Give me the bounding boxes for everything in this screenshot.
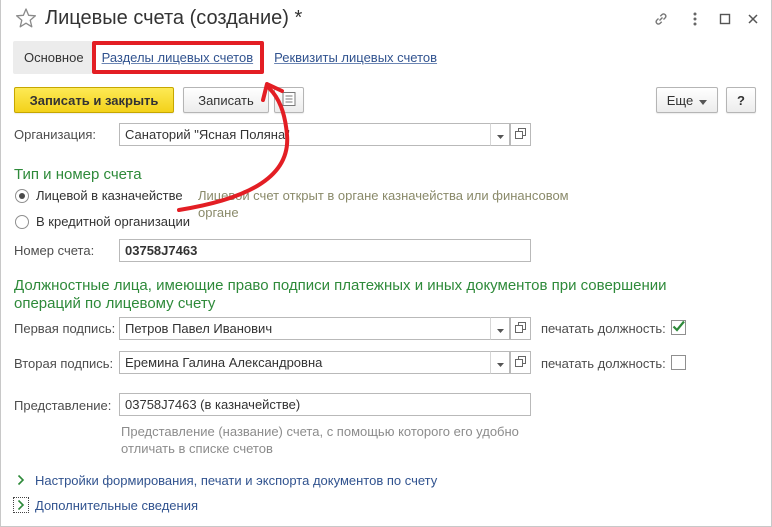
second-print-position-label: печатать должность: bbox=[541, 356, 666, 371]
representation-hint-line1: Представление (название) счета, с помощь… bbox=[121, 424, 519, 439]
tab-main[interactable]: Основное bbox=[13, 41, 92, 74]
account-type-title: Тип и номер счета bbox=[14, 166, 142, 183]
second-signature-label: Вторая подпись: bbox=[14, 356, 114, 371]
account-number-label: Номер счета: bbox=[14, 243, 95, 258]
document-list-icon bbox=[281, 91, 297, 110]
second-print-position-checkbox[interactable] bbox=[671, 355, 686, 370]
second-signature-dropdown-button[interactable] bbox=[490, 351, 510, 374]
representation-label: Представление: bbox=[14, 398, 112, 413]
more-options-icon[interactable] bbox=[685, 9, 705, 29]
first-signature-field[interactable]: Петров Павел Иванович bbox=[119, 317, 491, 340]
second-signature-field[interactable]: Еремина Галина Александровна bbox=[119, 351, 491, 374]
representation-field[interactable]: 03758J7463 (в казначействе) bbox=[119, 393, 531, 416]
radio-credit-label[interactable]: В кредитной организации bbox=[36, 214, 190, 229]
open-in-window-icon bbox=[515, 355, 526, 370]
second-signature-open-button[interactable] bbox=[510, 351, 531, 374]
save-and-close-button[interactable]: Записать и закрыть bbox=[14, 87, 174, 113]
first-signature-dropdown-button[interactable] bbox=[490, 317, 510, 340]
more-button[interactable]: Еще bbox=[656, 87, 718, 113]
open-in-window-icon bbox=[515, 127, 526, 142]
form-window: Лицевые счета (создание) * Основное Разд… bbox=[0, 0, 772, 527]
signatures-title-line2: операций по лицевому счету bbox=[14, 295, 216, 312]
organization-open-button[interactable] bbox=[510, 123, 531, 146]
title-bar: Лицевые счета (создание) * bbox=[1, 0, 772, 38]
first-signature-open-button[interactable] bbox=[510, 317, 531, 340]
organization-field[interactable]: Санаторий "Ясная Поляна" bbox=[119, 123, 491, 146]
tab-account-sections[interactable]: Разделы лицевых счетов bbox=[92, 41, 264, 74]
annotation-arrow bbox=[177, 82, 290, 212]
account-number-field[interactable]: 03758J7463 bbox=[119, 239, 531, 262]
first-print-position-label: печатать должность: bbox=[541, 321, 666, 336]
save-button[interactable]: Записать bbox=[183, 87, 269, 113]
help-button[interactable]: ? bbox=[726, 87, 756, 113]
treasury-hint-line2: органе bbox=[198, 205, 239, 220]
radio-treasury[interactable] bbox=[15, 189, 29, 203]
dropdown-arrow-icon bbox=[496, 321, 504, 336]
dropdown-arrow-icon bbox=[496, 127, 504, 142]
check-icon bbox=[672, 320, 685, 332]
print-settings-group[interactable]: Настройки формирования, печати и экспорт… bbox=[35, 473, 437, 488]
signatures-title-line1: Должностные лица, имеющие право подписи … bbox=[14, 277, 667, 294]
document-list-button[interactable] bbox=[274, 87, 304, 113]
representation-hint-line2: отличать в списке счетов bbox=[121, 441, 273, 456]
radio-credit-organization[interactable] bbox=[15, 215, 29, 229]
tab-account-details[interactable]: Реквизиты лицевых счетов bbox=[263, 41, 447, 74]
tab-bar: Основное Разделы лицевых счетов Реквизит… bbox=[13, 41, 447, 74]
radio-treasury-label[interactable]: Лицевой в казначействе bbox=[36, 188, 183, 203]
link-icon[interactable] bbox=[651, 9, 671, 29]
chevron-down-icon bbox=[699, 93, 708, 108]
first-signature-label: Первая подпись: bbox=[14, 321, 116, 336]
dropdown-arrow-icon bbox=[496, 355, 504, 370]
window-title: Лицевые счета (создание) * bbox=[45, 7, 303, 29]
close-icon[interactable] bbox=[743, 9, 763, 29]
maximize-icon[interactable] bbox=[715, 9, 735, 29]
more-button-label: Еще bbox=[666, 92, 694, 108]
additional-info-group[interactable]: Дополнительные сведения bbox=[35, 498, 198, 513]
chevron-right-icon[interactable] bbox=[13, 497, 29, 513]
first-print-position-checkbox[interactable] bbox=[671, 320, 686, 335]
organization-dropdown-button[interactable] bbox=[490, 123, 510, 146]
open-in-window-icon bbox=[515, 321, 526, 336]
treasury-hint-line1: Лицевой счет открыт в органе казначейств… bbox=[198, 188, 569, 203]
organization-label: Организация: bbox=[14, 127, 97, 142]
favorite-star-icon[interactable] bbox=[15, 7, 37, 29]
chevron-right-icon[interactable] bbox=[17, 474, 25, 489]
